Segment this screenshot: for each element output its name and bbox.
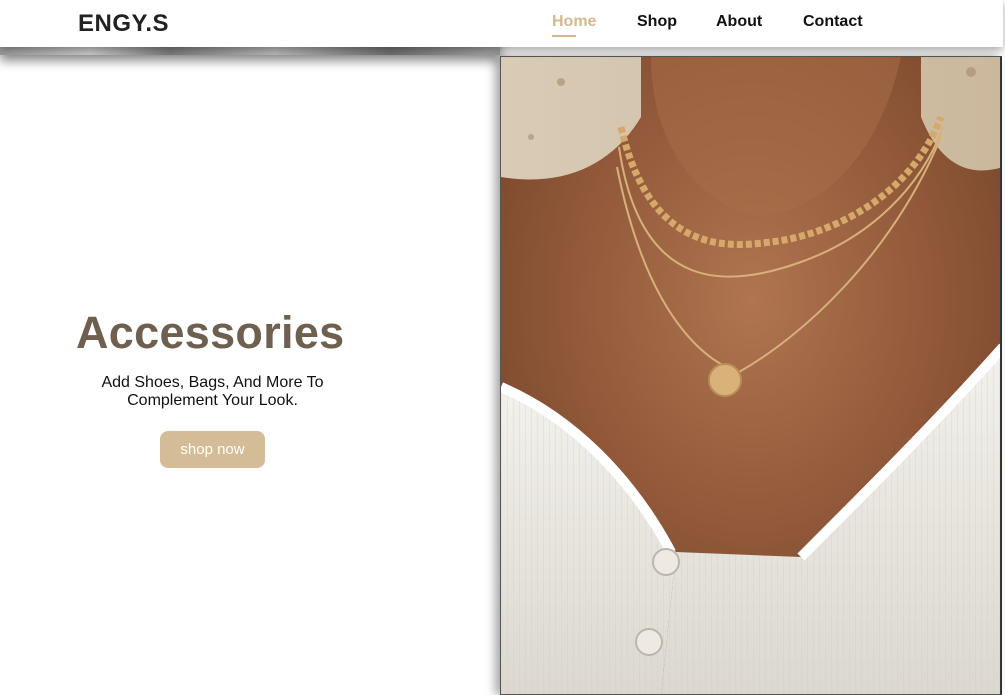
- necklace-photo-icon: [501, 57, 1000, 694]
- nav-link-shop[interactable]: Shop: [637, 13, 677, 31]
- hero-photo: [500, 56, 1002, 695]
- hero-title: Accessories: [76, 307, 345, 358]
- site-header: ENGY.S Home Shop About Contact: [0, 0, 1003, 47]
- nav-link-contact[interactable]: Contact: [803, 13, 863, 31]
- nav-link-home[interactable]: Home: [552, 13, 596, 37]
- hero-subtitle: Add Shoes, Bags, And More To Complement …: [101, 374, 324, 409]
- brand-logo[interactable]: ENGY.S: [78, 10, 169, 38]
- nav-link-about[interactable]: About: [716, 13, 762, 31]
- shop-now-button[interactable]: shop now: [160, 431, 265, 468]
